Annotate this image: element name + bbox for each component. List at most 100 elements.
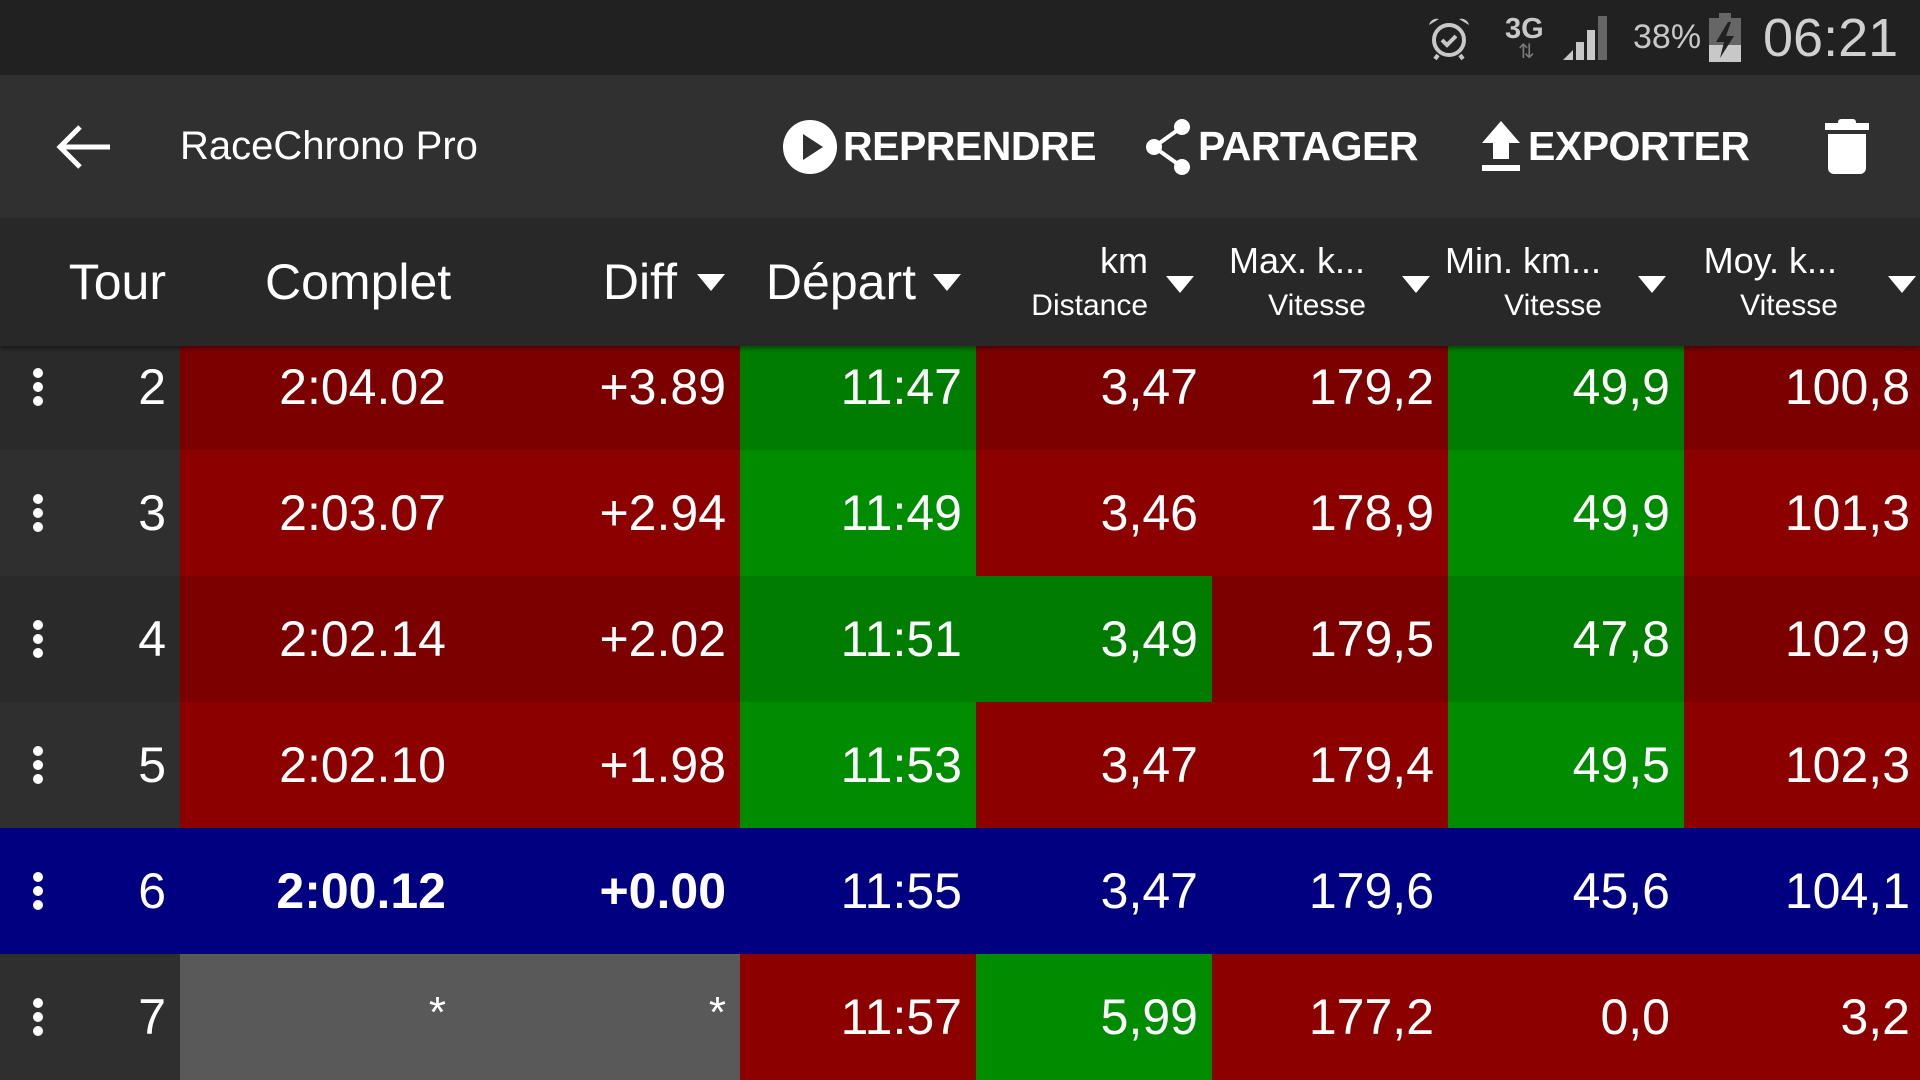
- lap-table[interactable]: 2 2:04.02 +3.89 11:47 3,47 179,2 49,9 10…: [0, 346, 1920, 1080]
- lap-number: 3: [80, 450, 180, 576]
- lap-row[interactable]: 2 2:04.02 +3.89 11:47 3,47 179,2 49,9 10…: [0, 346, 1920, 450]
- row-menu-button[interactable]: [0, 576, 80, 702]
- lap-diff: +0.00: [460, 828, 740, 954]
- column-header-complet[interactable]: Complet: [180, 218, 460, 346]
- lap-avg-speed: 102,3: [1684, 702, 1920, 828]
- lap-row[interactable]: 4 2:02.14 +2.02 11:51 3,49 179,5 47,8 10…: [0, 576, 1920, 702]
- column-header-diff[interactable]: Diff: [460, 218, 740, 346]
- lap-distance: 3,47: [976, 346, 1212, 450]
- column-header-distance[interactable]: km Distance: [976, 218, 1212, 346]
- column-header-depart[interactable]: Départ: [740, 218, 976, 346]
- column-label: Diff: [602, 254, 677, 310]
- column-label: Min. km...: [1444, 240, 1601, 281]
- sort-dropdown-icon: [1888, 276, 1916, 293]
- column-label: Max. k...: [1228, 240, 1365, 281]
- lap-max-speed: 177,2: [1212, 954, 1448, 1080]
- lap-start-time: 11:51: [740, 576, 976, 702]
- lap-start-time: 11:47: [740, 346, 976, 450]
- lap-distance: 3,46: [976, 450, 1212, 576]
- more-vert-icon: [33, 494, 43, 532]
- share-icon: [1146, 118, 1190, 175]
- column-header-lap[interactable]: Tour: [0, 218, 180, 346]
- resume-label: REPRENDRE: [843, 123, 1096, 169]
- lap-distance: 5,99: [976, 954, 1212, 1080]
- lap-row[interactable]: 3 2:03.07 +2.94 11:49 3,46 178,9 49,9 10…: [0, 450, 1920, 576]
- arrow-left-icon: [56, 125, 110, 169]
- play-circle-icon: [783, 119, 837, 174]
- network-3g-icon: 3G ⇅: [1505, 0, 1544, 75]
- lap-min-speed: 49,9: [1448, 450, 1684, 576]
- lap-row[interactable]: 6 2:00.12 +0.00 11:55 3,47 179,6 45,6 10…: [0, 828, 1920, 954]
- lap-diff: +2.94: [460, 450, 740, 576]
- lap-time: 2:02.10: [180, 702, 460, 828]
- table-header: Tour Complet Diff Départ km Distance Max…: [0, 218, 1920, 346]
- share-button[interactable]: PARTAGER: [1142, 75, 1418, 218]
- column-header-max-speed[interactable]: Max. k... Vitesse: [1212, 218, 1448, 346]
- column-label: Moy. k...: [1703, 240, 1837, 281]
- signal-icon: [1561, 0, 1611, 75]
- status-bar: 3G ⇅ 38% 06:21: [0, 0, 1920, 75]
- lap-start-time: 11:57: [740, 954, 976, 1080]
- row-menu-button[interactable]: [0, 346, 80, 450]
- lap-distance: 3,47: [976, 702, 1212, 828]
- more-vert-icon: [33, 620, 43, 658]
- row-menu-button[interactable]: [0, 450, 80, 576]
- lap-max-speed: 179,2: [1212, 346, 1448, 450]
- lap-max-speed: 178,9: [1212, 450, 1448, 576]
- column-header-avg-speed[interactable]: Moy. k... Vitesse: [1684, 218, 1920, 346]
- network-type-label: 3G: [1505, 12, 1544, 45]
- app-title: RaceChrono Pro: [180, 124, 478, 168]
- lap-time: 2:03.07: [180, 450, 460, 576]
- lap-row[interactable]: 5 2:02.10 +1.98 11:53 3,47 179,4 49,5 10…: [0, 702, 1920, 828]
- lap-row[interactable]: 7 * * 11:57 5,99 177,2 0,0 3,2: [0, 954, 1920, 1080]
- lap-distance: 3,49: [976, 576, 1212, 702]
- lap-diff: +2.02: [460, 576, 740, 702]
- export-label: EXPORTER: [1528, 123, 1750, 169]
- column-header-min-speed[interactable]: Min. km... Vitesse: [1444, 218, 1684, 346]
- column-label: km: [1100, 240, 1148, 281]
- lap-avg-speed: 100,8: [1684, 346, 1920, 450]
- column-sublabel: Vitesse: [1268, 289, 1366, 322]
- row-menu-button[interactable]: [0, 828, 80, 954]
- lap-time: *: [180, 954, 460, 1080]
- lap-max-speed: 179,5: [1212, 576, 1448, 702]
- resume-button[interactable]: REPRENDRE: [781, 75, 1096, 218]
- lap-min-speed: 45,6: [1448, 828, 1684, 954]
- lap-number: 4: [80, 576, 180, 702]
- lap-time: 2:04.02: [180, 346, 460, 450]
- lap-number: 6: [80, 828, 180, 954]
- lap-min-speed: 0,0: [1448, 954, 1684, 1080]
- lap-diff: *: [460, 954, 740, 1080]
- row-menu-button[interactable]: [0, 954, 80, 1080]
- row-menu-button[interactable]: [0, 702, 80, 828]
- data-arrows-icon: ⇅: [1517, 40, 1535, 63]
- export-button[interactable]: EXPORTER: [1478, 75, 1750, 218]
- more-vert-icon: [33, 998, 43, 1036]
- lap-avg-speed: 3,2: [1684, 954, 1920, 1080]
- lap-min-speed: 49,5: [1448, 702, 1684, 828]
- lap-number: 5: [80, 702, 180, 828]
- column-label: Tour: [68, 254, 166, 310]
- app-toolbar: RaceChrono Pro REPRENDRE PARTAGER EXPORT…: [0, 75, 1920, 218]
- lap-start-time: 11:49: [740, 450, 976, 576]
- sort-dropdown-icon: [697, 274, 725, 291]
- column-sublabel: Distance: [1031, 289, 1148, 322]
- battery-charging-icon: [1708, 0, 1742, 75]
- delete-button[interactable]: [1824, 75, 1874, 218]
- clock: 06:21: [1763, 7, 1899, 68]
- lap-diff: +1.98: [460, 702, 740, 828]
- lap-diff: +3.89: [460, 346, 740, 450]
- upload-icon: [1482, 120, 1520, 171]
- column-sublabel: Vitesse: [1504, 289, 1602, 322]
- column-label: Départ: [765, 254, 916, 310]
- more-vert-icon: [33, 368, 43, 406]
- share-label: PARTAGER: [1198, 123, 1418, 169]
- lap-number: 7: [80, 954, 180, 1080]
- lap-start-time: 11:53: [740, 702, 976, 828]
- lap-time: 2:02.14: [180, 576, 460, 702]
- lap-rows: 2 2:04.02 +3.89 11:47 3,47 179,2 49,9 10…: [0, 346, 1920, 1080]
- lap-max-speed: 179,4: [1212, 702, 1448, 828]
- lap-time: 2:00.12: [180, 828, 460, 954]
- back-button[interactable]: [48, 117, 120, 177]
- column-sublabel: Vitesse: [1740, 289, 1838, 322]
